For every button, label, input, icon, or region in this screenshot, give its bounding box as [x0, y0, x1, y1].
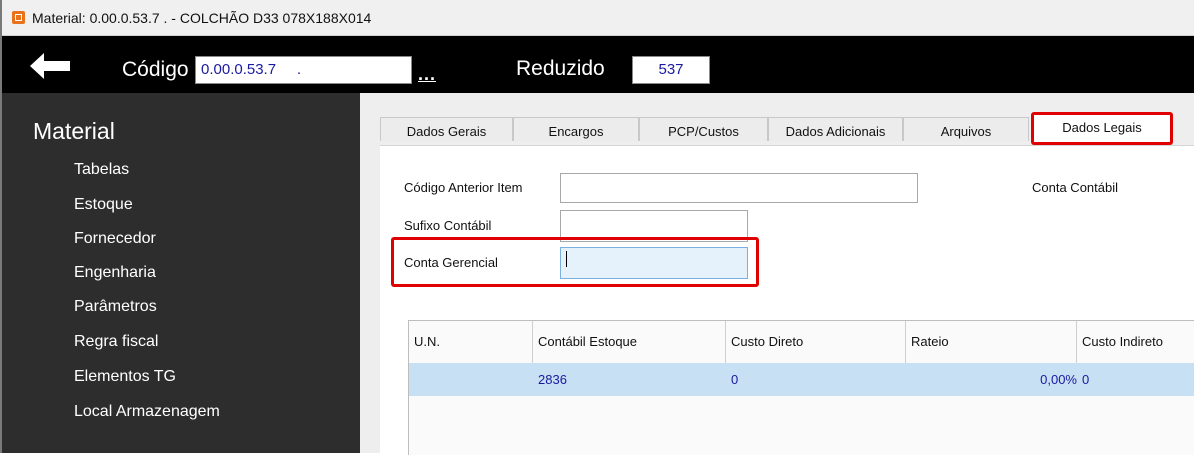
conta-gerencial-label: Conta Gerencial [404, 255, 498, 270]
column-header-custo-indireto[interactable]: Custo Indireto [1077, 321, 1194, 363]
sidebar: Material Tabelas Estoque Fornecedor Enge… [2, 93, 360, 453]
conta-contabil-label: Conta Contábil [1032, 180, 1118, 195]
sidebar-item-estoque[interactable]: Estoque [74, 196, 133, 214]
tab-dados-adicionais[interactable]: Dados Adicionais [768, 117, 903, 141]
cell-rateio: 0,00% [1040, 372, 1077, 387]
conta-gerencial-input[interactable] [560, 247, 748, 279]
header-toolbar: Código 0.00.0.53.7 . ... Reduzido 537 [2, 36, 1194, 93]
sufixo-contabil-label: Sufixo Contábil [404, 218, 492, 233]
column-header-un[interactable]: U.N. [409, 321, 533, 363]
lookup-button[interactable]: ... [418, 64, 436, 85]
column-header-rateio[interactable]: Rateio [906, 321, 1077, 363]
sidebar-item-fornecedor[interactable]: Fornecedor [74, 230, 156, 248]
codigo-anterior-label: Código Anterior Item [404, 180, 523, 195]
main-content: Dados Gerais Encargos PCP/Custos Dados A… [360, 93, 1194, 455]
title-bar: Material: 0.00.0.53.7 . - COLCHÃO D33 07… [2, 0, 1194, 36]
cell-contabil-estoque: 2836 [538, 372, 567, 387]
column-header-custo-direto[interactable]: Custo Direto [726, 321, 906, 363]
arrow-left-icon[interactable] [30, 52, 74, 80]
app-icon [12, 11, 25, 24]
window-title: Material: 0.00.0.53.7 . - COLCHÃO D33 07… [32, 10, 372, 26]
tab-dados-legais[interactable]: Dados Legais [1032, 113, 1172, 145]
sidebar-item-local-armazenagem[interactable]: Local Armazenagem [74, 403, 220, 421]
tab-encargos[interactable]: Encargos [513, 117, 639, 141]
sidebar-item-elementos-tg[interactable]: Elementos TG [74, 368, 176, 386]
sidebar-item-engenharia[interactable]: Engenharia [74, 264, 156, 282]
column-header-contabil-estoque[interactable]: Contábil Estoque [533, 321, 726, 363]
sidebar-title: Material [33, 118, 115, 144]
cell-custo-indireto: 0 [1082, 372, 1090, 387]
table-row[interactable]: 2836 0 0,00% 0 [409, 363, 1194, 396]
accounts-grid: U.N. Contábil Estoque Custo Direto Ratei… [408, 320, 1194, 455]
codigo-label: Código [122, 58, 189, 81]
cell-custo-direto: 0 [731, 372, 739, 387]
reduzido-input[interactable]: 537 [632, 56, 710, 84]
codigo-input[interactable]: 0.00.0.53.7 . [195, 56, 412, 84]
cell-un [414, 363, 524, 396]
sidebar-item-tabelas[interactable]: Tabelas [74, 161, 129, 179]
tab-arquivos[interactable]: Arquivos [903, 117, 1029, 141]
tab-dados-gerais[interactable]: Dados Gerais [380, 117, 513, 141]
sidebar-item-regra-fiscal[interactable]: Regra fiscal [74, 333, 158, 351]
tab-pcp-custos[interactable]: PCP/Custos [639, 117, 768, 141]
codigo-anterior-input[interactable] [560, 173, 918, 203]
sufixo-contabil-input[interactable] [560, 210, 748, 242]
text-caret [566, 251, 567, 267]
reduzido-label: Reduzido [516, 57, 605, 80]
dados-legais-panel: Código Anterior Item Conta Contábil Sufi… [380, 145, 1194, 455]
sidebar-item-parametros[interactable]: Parâmetros [74, 298, 157, 316]
